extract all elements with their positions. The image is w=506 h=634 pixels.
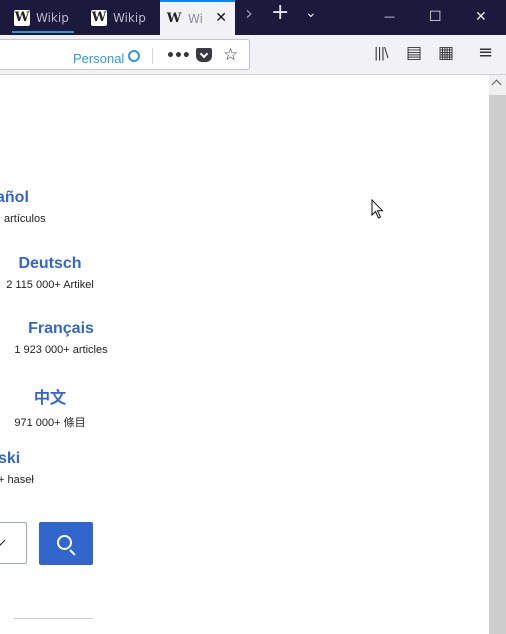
page-content: añol artículos Deutsch 2 115 000+ Artike… [0,75,489,634]
lang-count: 1 923 000+ articles [14,344,108,356]
close-window-icon[interactable]: ✕ [475,9,487,25]
wikipedia-favicon-icon: W [166,11,182,26]
tab-label: Wi [188,11,203,26]
extensions-icon[interactable]: ▦ [438,43,454,63]
lang-name[interactable]: Deutsch [0,255,100,273]
wikipedia-favicon-icon: W [14,9,30,26]
lang-espanol[interactable]: añol artículos [0,189,46,225]
vertical-scrollbar[interactable] [489,75,506,634]
search-icon [57,535,72,550]
new-tab-icon[interactable]: + [271,2,289,24]
maximize-icon[interactable]: ☐ [429,9,442,25]
page-actions-icon[interactable]: ••• [166,48,191,64]
lang-chinese[interactable]: 中文 971 000+ 條目 [0,384,100,430]
menu-icon[interactable]: ≡ [478,42,493,63]
tab-label: Wikip [36,10,69,25]
tab-loading-indicator [12,31,74,33]
minimize-icon[interactable]: — [384,9,395,25]
library-icon[interactable]: |||\ [374,46,388,61]
search-button[interactable] [39,522,93,565]
tab-wikipedia-active[interactable]: W Wi ✕ [160,0,235,35]
sidebar-icon[interactable]: ▤ [406,43,422,63]
lang-count: artículos [4,213,46,225]
tab-label: Wikip [113,10,146,25]
navigation-toolbar: Personal ••• ☆ |||\ ▤ ▦ ≡ [0,35,506,75]
lang-name[interactable]: añol [0,189,46,207]
lang-count: 971 000+ 條目 [14,417,86,429]
lang-francais[interactable]: Français 1 923 000+ articles [5,320,117,356]
scrollbar-thumb[interactable] [489,95,506,634]
divider [14,618,93,619]
language-select[interactable] [0,522,27,564]
tab-list-icon[interactable]: ⌄ [305,5,317,21]
title-bar: W Wikip W Wikip W Wi ✕ › + ⌄ — ☐ ✕ [0,0,506,35]
pocket-icon[interactable] [196,48,212,62]
container-label[interactable]: Personal [73,51,124,66]
lang-name[interactable]: Français [5,320,117,338]
fingerprint-icon[interactable] [128,50,140,62]
scroll-up-arrow-icon[interactable] [491,79,502,90]
mouse-cursor-icon [371,199,384,219]
lang-count: 2 115 000+ Artikel [6,279,94,291]
lang-name[interactable]: ski [0,450,34,468]
url-bar[interactable]: Personal ••• ☆ [0,39,250,70]
lang-name[interactable]: 中文 [0,384,100,408]
lang-deutsch[interactable]: Deutsch 2 115 000+ Artikel [0,255,100,291]
bookmark-star-icon[interactable]: ☆ [223,45,238,65]
lang-count: + haseł [0,474,34,486]
chevron-down-icon [0,535,6,546]
tab-wikipedia-2[interactable]: W Wikip [85,0,155,35]
close-tab-icon[interactable]: ✕ [215,11,227,25]
url-bar-divider [152,48,153,64]
tab-scroll-right-icon[interactable]: › [245,3,253,23]
wikipedia-favicon-icon: W [91,9,107,26]
tab-wikipedia-1[interactable]: W Wikip [8,0,78,35]
lang-polski[interactable]: ski + haseł [0,450,34,486]
